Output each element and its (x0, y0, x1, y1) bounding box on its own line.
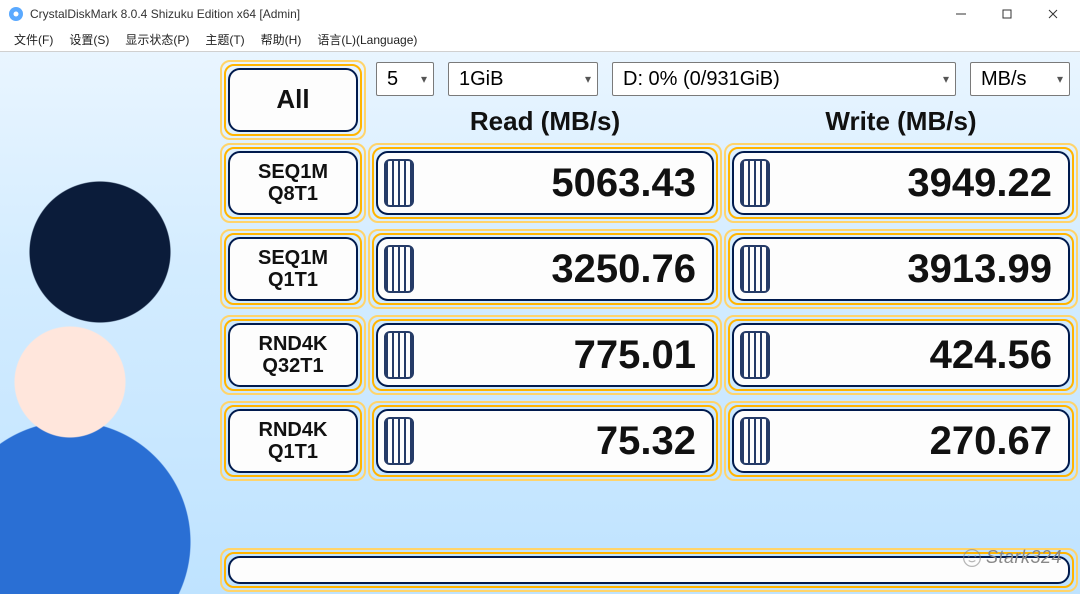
chevron-down-icon: ▾ (585, 72, 591, 86)
close-button[interactable] (1030, 0, 1076, 28)
header-row: All 5 ▾ 1GiB ▾ D: 0% (0/931GiB) ▾ (228, 62, 1070, 137)
test-button-3[interactable]: RND4KQ1T1 (228, 409, 358, 473)
test-name-line1: RND4K (259, 419, 328, 441)
read-value-3: 75.32 (376, 409, 714, 473)
write-value-text: 270.67 (930, 419, 1052, 464)
read-value-text: 775.01 (574, 333, 696, 378)
gauge-icon (740, 245, 770, 293)
gauge-icon (740, 417, 770, 465)
menu-theme[interactable]: 主题(T) (197, 28, 252, 52)
test-rows: SEQ1MQ8T15063.433949.22SEQ1MQ1T13250.763… (228, 151, 1070, 473)
test-row: RND4KQ1T1 75.32 270.67 (228, 409, 1070, 473)
read-value-1: 3250.76 (376, 237, 714, 301)
gauge-icon (384, 331, 414, 379)
run-all-label: All (276, 84, 309, 115)
test-name-line1: SEQ1M (258, 161, 328, 183)
status-text (228, 556, 1070, 584)
write-column-header: Write (MB/s) (732, 106, 1070, 137)
test-name-line2: Q1T1 (268, 441, 318, 463)
gauge-icon (740, 159, 770, 207)
read-value-2: 775.01 (376, 323, 714, 387)
read-column-header: Read (MB/s) (376, 106, 714, 137)
chevron-down-icon: ▾ (421, 72, 427, 86)
gauge-icon (384, 245, 414, 293)
menu-display[interactable]: 显示状态(P) (117, 28, 197, 52)
write-value-0: 3949.22 (732, 151, 1070, 215)
status-bar (228, 556, 1070, 584)
unit-select[interactable]: MB/s ▾ (970, 62, 1070, 96)
write-value-text: 3949.22 (907, 161, 1052, 206)
test-count-value: 5 (387, 68, 398, 91)
test-row: RND4KQ32T1 775.01 424.56 (228, 323, 1070, 387)
test-row: SEQ1MQ1T1 3250.76 3913.99 (228, 237, 1070, 301)
drive-select[interactable]: D: 0% (0/931GiB) ▾ (612, 62, 956, 96)
maximize-button[interactable] (984, 0, 1030, 28)
chevron-down-icon: ▾ (1057, 72, 1063, 86)
write-value-1: 3913.99 (732, 237, 1070, 301)
write-value-2: 424.56 (732, 323, 1070, 387)
menubar: 文件(F) 设置(S) 显示状态(P) 主题(T) 帮助(H) 语言(L)(La… (0, 28, 1080, 52)
unit-value: MB/s (981, 68, 1027, 91)
write-value-text: 424.56 (930, 333, 1052, 378)
gauge-icon (740, 331, 770, 379)
drive-value: D: 0% (0/931GiB) (623, 68, 780, 91)
test-name-line2: Q8T1 (268, 183, 318, 205)
read-value-text: 5063.43 (551, 161, 696, 206)
menu-file[interactable]: 文件(F) (6, 28, 61, 52)
benchmark-panel: All 5 ▾ 1GiB ▾ D: 0% (0/931GiB) ▾ (228, 62, 1070, 584)
menu-help[interactable]: 帮助(H) (253, 28, 310, 52)
write-value-text: 3913.99 (907, 247, 1052, 292)
test-button-2[interactable]: RND4KQ32T1 (228, 323, 358, 387)
client-area: All 5 ▾ 1GiB ▾ D: 0% (0/931GiB) ▾ (0, 52, 1080, 594)
read-value-0: 5063.43 (376, 151, 714, 215)
watermark-text: Stark324 (986, 547, 1062, 568)
test-button-0[interactable]: SEQ1MQ8T1 (228, 151, 358, 215)
read-value-text: 3250.76 (551, 247, 696, 292)
test-name-line1: RND4K (259, 333, 328, 355)
watermark: Stark324 (962, 547, 1062, 568)
test-name-line1: SEQ1M (258, 247, 328, 269)
test-name-line2: Q1T1 (268, 269, 318, 291)
app-icon (8, 6, 24, 22)
select-row: 5 ▾ 1GiB ▾ D: 0% (0/931GiB) ▾ MB/s ▾ (376, 62, 1070, 96)
test-count-select[interactable]: 5 ▾ (376, 62, 434, 96)
gauge-icon (384, 159, 414, 207)
menu-language[interactable]: 语言(L)(Language) (309, 28, 425, 52)
test-row: SEQ1MQ8T1 5063.43 3949.22 (228, 151, 1070, 215)
titlebar: CrystalDiskMark 8.0.4 Shizuku Edition x6… (0, 0, 1080, 28)
test-size-value: 1GiB (459, 68, 503, 91)
test-name-line2: Q32T1 (262, 355, 323, 377)
test-size-select[interactable]: 1GiB ▾ (448, 62, 598, 96)
gauge-icon (384, 417, 414, 465)
chevron-down-icon: ▾ (943, 72, 949, 86)
run-all-button[interactable]: All (228, 68, 358, 132)
test-button-1[interactable]: SEQ1MQ1T1 (228, 237, 358, 301)
read-value-text: 75.32 (596, 419, 696, 464)
window-title: CrystalDiskMark 8.0.4 Shizuku Edition x6… (30, 7, 300, 21)
minimize-button[interactable] (938, 0, 984, 28)
menu-settings[interactable]: 设置(S) (61, 28, 117, 52)
write-value-3: 270.67 (732, 409, 1070, 473)
